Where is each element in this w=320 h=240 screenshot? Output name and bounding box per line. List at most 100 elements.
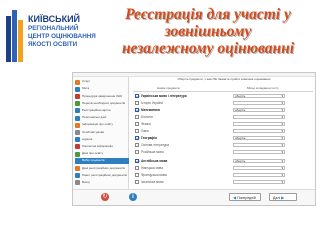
subject-row: Фізика ▾ [135,122,311,127]
sidebar-item[interactable]: Перелік необхідних документів [75,101,129,107]
subject-row: Біологія ▾ [135,115,311,120]
test-place-select[interactable]: ▾ [233,101,285,105]
sidebar-item-label: Вихід [82,180,90,185]
subject-row: Світова література ▾ [135,143,311,148]
sidebar-item[interactable]: Контактна інформація [75,144,129,150]
subject-row: Українська мова і література оберіть ▾ [135,94,311,99]
subject-checkbox[interactable] [135,143,139,147]
chevron-down-icon: ▾ [281,143,283,147]
divider [133,91,313,92]
sidebar-item[interactable]: Старт [75,79,129,85]
test-place-select[interactable]: ▾ [233,180,285,184]
test-place-select[interactable]: ▾ [233,122,285,126]
subject-label: Англійська мова [141,159,168,163]
subject-checkbox[interactable] [135,150,139,154]
subject-checkbox[interactable] [135,136,139,140]
sidebar-item[interactable]: Дані про освіту [75,151,129,157]
instruction-text: Оберіть предмети, з яких Ви бажаєте прой… [177,77,271,81]
subject-checkbox[interactable] [135,159,139,163]
subject-checkbox[interactable] [135,108,139,112]
subject-selection-panel: Оберіть предмети, з яких Ви бажаєте прой… [131,77,315,189]
chevron-down-icon: ▾ [281,150,283,154]
sidebar-item-icon [75,158,80,164]
test-place-select[interactable]: оберіть ▾ [233,108,285,112]
back-icon[interactable]: ↻ [101,193,109,201]
subject-label: Українська мова і література [141,94,187,98]
sidebar-item[interactable]: Вихід [75,180,129,186]
sidebar-item-icon [75,129,80,135]
sidebar-item-label: Дані про освіту [82,151,103,156]
test-place-select[interactable]: оберіть ▾ [233,94,285,98]
sidebar-item[interactable]: Реєстраційна картка [75,108,129,114]
subject-checkbox[interactable] [135,101,139,105]
sidebar-item-label: Мета [82,86,90,91]
sidebar-item[interactable]: Адреса [75,137,129,143]
chevron-down-icon: ▾ [281,94,283,98]
test-place-select[interactable]: ▾ [233,115,285,119]
subject-label: Географія [141,136,157,140]
subject-checkbox[interactable] [135,173,139,177]
sidebar-item[interactable]: Процедура завершення ЗНО [75,93,129,99]
subject-checkbox[interactable] [135,180,139,184]
sidebar-item[interactable]: Особливі умови [75,129,129,135]
slide-title: Реєстрація для участі у зовнішньому неза… [100,6,316,57]
chevron-down-icon: ▾ [281,108,283,112]
subject-label: Біологія [141,115,153,119]
subject-checkbox[interactable] [135,122,139,126]
subject-checkbox[interactable] [135,115,139,119]
sidebar-item-icon [75,79,80,85]
test-place-select[interactable]: ▾ [233,166,285,170]
test-place-value: оберіть [235,136,246,140]
sidebar-item-icon [75,173,80,179]
chevron-down-icon: ▾ [281,129,283,133]
test-place-select[interactable]: ▾ [233,129,285,133]
title-line: Реєстрація для участі у [125,6,291,23]
test-place-select[interactable]: оберіть ▾ [233,159,285,163]
sidebar-item-icon [75,144,80,150]
chevron-down-icon: ▾ [281,115,283,119]
test-place-select[interactable]: оберіть ▾ [233,136,285,140]
chevron-down-icon: ▾ [281,166,283,170]
next-button[interactable]: Далі ▶ [269,193,297,201]
sidebar-item[interactable]: Пакет реєстраційних документів [75,173,129,179]
sidebar-item-label: Дані реєстраційних документів [82,165,125,170]
sidebar-item[interactable]: Мета [75,86,129,92]
sidebar-item[interactable]: Персональні дані [75,115,129,121]
test-place-select[interactable]: ▾ [233,143,285,147]
subject-checkbox[interactable] [135,94,139,98]
test-place-select[interactable]: ▾ [233,173,285,177]
sidebar-item-icon [75,165,80,171]
chevron-down-icon: ▾ [281,122,283,126]
subject-label: Російська мова [141,150,164,154]
subject-checkbox[interactable] [135,129,139,133]
logo-text: КИЇВСЬКИЙ РЕГІОНАЛЬНИЙ ЦЕНТР ОЦІНЮВАННЯ … [28,14,108,49]
chevron-down-icon: ▾ [281,180,283,184]
logo-line: ЦЕНТР ОЦІНЮВАННЯ [28,33,96,40]
subject-label: Іспанська мова [141,180,164,184]
subject-label: Математика [141,108,160,112]
sidebar-item[interactable]: Інформація про освіту [75,122,129,128]
sidebar-item[interactable]: Вибір предметів [75,158,129,165]
title-line: незалежному оцінюванні [121,40,295,57]
test-place-value: оберіть [235,159,246,163]
sidebar-item-icon [75,115,80,121]
subject-checkbox[interactable] [135,166,139,170]
test-place-select[interactable]: ▾ [233,150,285,154]
subject-row: Математика оберіть ▾ [135,108,311,113]
info-icon[interactable]: i [129,193,137,201]
next-label: Далі [273,196,281,200]
title-line: зовнішньому [164,23,252,40]
sidebar-item-label: Контактна інформація [82,144,113,149]
subject-row: Англійська мова оберіть ▾ [135,159,311,164]
subject-row: Французька мова ▾ [135,173,311,178]
sidebar-item[interactable]: Дані реєстраційних документів [75,165,129,171]
subject-label: Німецька мова [141,166,163,170]
arrow-right-icon: ▶ [281,195,285,200]
sidebar-item-label: Інформація про освіту [82,122,114,127]
sidebar-item-label: Реєстраційна картка [82,108,111,113]
chevron-down-icon: ▾ [281,101,283,105]
previous-button[interactable]: ◀ Попередній [229,193,261,201]
logo-line: КИЇВСЬКИЙ [28,14,81,24]
sidebar-item-label: Перелік необхідних документів [82,100,126,105]
test-place-value: оберіть [235,108,246,112]
